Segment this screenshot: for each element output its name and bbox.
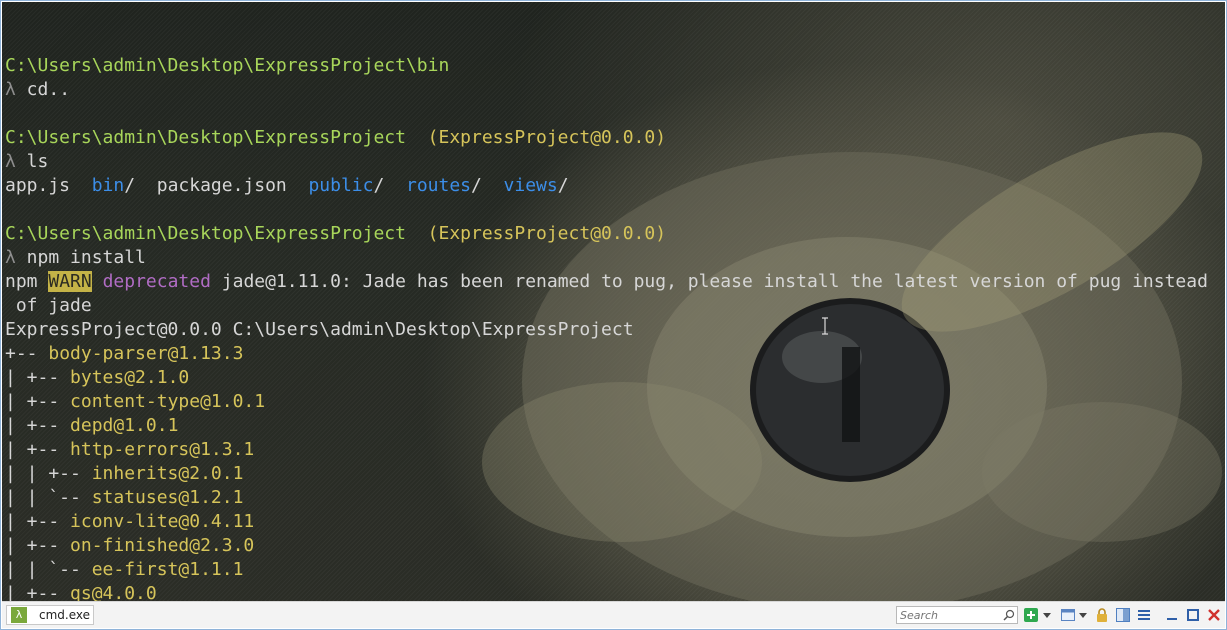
console-text: (ExpressProject@0.0.0) (405, 127, 667, 148)
console-line: | +-- on-finished@2.3.0 (5, 534, 1225, 558)
console-text: | +-- (5, 415, 71, 436)
console-text: app.js (5, 175, 92, 196)
console-text: | +-- (5, 391, 71, 412)
console-text: of jade (5, 295, 92, 316)
lock-icon[interactable] (1094, 607, 1110, 623)
console-text: | +-- (5, 511, 71, 532)
console-line: +-- body-parser@1.13.3 (5, 342, 1225, 366)
console-line: app.js bin/ package.json public/ routes/… (5, 174, 1225, 198)
console-line: C:\Users\admin\Desktop\ExpressProject\bi… (5, 54, 1225, 78)
restore-icon[interactable] (1185, 607, 1201, 623)
console-text: ee-first@1.1.1 (91, 559, 244, 580)
window-icon[interactable] (1060, 607, 1076, 623)
console-text: bin (91, 175, 125, 196)
console-text: cd.. (15, 79, 71, 100)
console-text: inherits@2.0.1 (91, 463, 244, 484)
search-icon[interactable] (1003, 609, 1015, 621)
console-text: | +-- (5, 367, 71, 388)
console-line: | +-- content-type@1.0.1 (5, 390, 1225, 414)
console-line: C:\Users\admin\Desktop\ExpressProject (E… (5, 222, 1225, 246)
console-line: ExpressProject@0.0.0 C:\Users\admin\Desk… (5, 318, 1225, 342)
console-text: +-- (5, 343, 49, 364)
console-text: C:\Users\admin\Desktop\ExpressProject (5, 223, 406, 244)
console-text: on-finished@2.3.0 (70, 535, 255, 556)
console-line: | | `-- statuses@1.2.1 (5, 486, 1225, 510)
console-text: | +-- (5, 583, 71, 603)
search-box[interactable] (896, 606, 1018, 624)
console-text: views (503, 175, 558, 196)
text-cursor-icon (822, 317, 828, 335)
console-line: | +-- iconv-lite@0.4.11 (5, 510, 1225, 534)
lambda-icon: λ (11, 607, 27, 623)
console-text: npm (5, 271, 49, 292)
console-text: iconv-lite@0.4.11 (70, 511, 255, 532)
console-line: npm WARN deprecated jade@1.11.0: Jade ha… (5, 270, 1225, 294)
console-line: λ cd.. (5, 78, 1225, 102)
console-line: | +-- qs@4.0.0 (5, 582, 1225, 603)
console-text: npm install (15, 247, 146, 268)
console-text: λ (5, 151, 16, 172)
add-tab-icon[interactable] (1023, 607, 1039, 623)
console-text: / (557, 175, 569, 196)
warn-badge: WARN (48, 271, 92, 292)
console-line: | | `-- ee-first@1.1.1 (5, 558, 1225, 582)
console-text: / package.json (124, 175, 309, 196)
status-bar: λ cmd.exe (2, 601, 1225, 628)
minimize-icon[interactable] (1164, 607, 1180, 623)
console-line: | +-- depd@1.0.1 (5, 414, 1225, 438)
tab-label: cmd.exe (39, 608, 91, 622)
console-line: | | +-- inherits@2.0.1 (5, 462, 1225, 486)
console-text: ExpressProject@0.0.0 C:\Users\admin\Desk… (5, 319, 634, 340)
console-text: C:\Users\admin\Desktop\ExpressProject (5, 127, 406, 148)
search-input[interactable] (900, 608, 1000, 622)
console-text: (ExpressProject@0.0.0) (405, 223, 667, 244)
console-text: C:\Users\admin\Desktop\ExpressProject\bi… (5, 55, 450, 76)
console-line: of jade (5, 294, 1225, 318)
console-text: bytes@2.1.0 (70, 367, 190, 388)
console-line: λ ls (5, 150, 1225, 174)
console-line: | +-- bytes@2.1.0 (5, 366, 1225, 390)
console-line: | +-- http-errors@1.3.1 (5, 438, 1225, 462)
console-text: routes (406, 175, 472, 196)
console-text: body-parser@1.13.3 (48, 343, 244, 364)
console-text: λ (5, 247, 16, 268)
console-text: ls (15, 151, 49, 172)
split-view-icon[interactable] (1115, 607, 1131, 623)
console-text: statuses@1.2.1 (91, 487, 244, 508)
console-text: | +-- (5, 535, 71, 556)
console-text: content-type@1.0.1 (70, 391, 266, 412)
console-text: qs@4.0.0 (70, 583, 157, 603)
close-icon[interactable] (1206, 607, 1222, 623)
console-area[interactable]: C:\Users\admin\Desktop\ExpressProject\bi… (2, 2, 1225, 603)
dropdown-arrow-icon[interactable] (1079, 611, 1087, 619)
console-text: λ (5, 79, 16, 100)
tab-cmd-exe[interactable]: λ cmd.exe (6, 605, 94, 625)
console-text: http-errors@1.3.1 (70, 439, 255, 460)
console-text: / (373, 175, 406, 196)
console-output: C:\Users\admin\Desktop\ExpressProject\bi… (5, 30, 1225, 603)
console-text: | | `-- (5, 559, 92, 580)
console-text: / (471, 175, 504, 196)
console-text: | | +-- (5, 463, 92, 484)
console-line: λ npm install (5, 246, 1225, 270)
console-text: jade@1.11.0: Jade has been renamed to pu… (210, 271, 1208, 292)
console-text: public (308, 175, 374, 196)
menu-icon[interactable] (1136, 607, 1152, 623)
console-text: | +-- (5, 439, 71, 460)
dropdown-arrow-icon[interactable] (1043, 611, 1051, 619)
console-text: | | `-- (5, 487, 92, 508)
console-line: C:\Users\admin\Desktop\ExpressProject (E… (5, 126, 1225, 150)
console-text: depd@1.0.1 (70, 415, 179, 436)
console-text: deprecated (102, 271, 211, 292)
cmder-window: C:\Users\admin\Desktop\ExpressProject\bi… (0, 0, 1227, 630)
